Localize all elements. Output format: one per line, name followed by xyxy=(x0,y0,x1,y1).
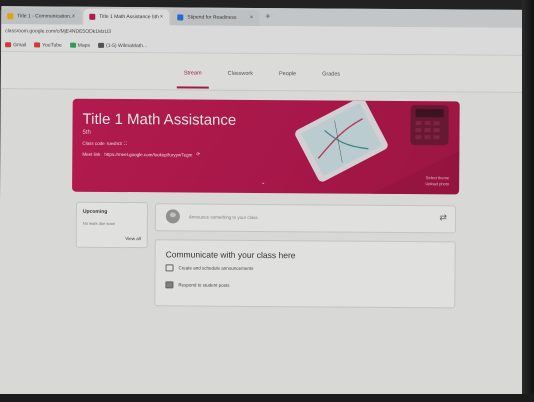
youtube-icon xyxy=(34,42,41,48)
class-section: 5th xyxy=(82,129,91,136)
tab-favicon xyxy=(89,13,96,20)
refresh-icon[interactable]: ⟳ xyxy=(196,152,200,158)
monitor-bezel-right xyxy=(522,0,534,402)
communicate-item-respond: Respond to student posts xyxy=(165,281,230,289)
monitor-bezel-bottom xyxy=(0,394,534,402)
browser-screen: Title 1 - Communication... × Title 1 Mat… xyxy=(0,6,526,398)
classroom-header: Stream Classwork People Grades xyxy=(0,52,526,93)
bookmark-label: YouTube xyxy=(42,41,62,49)
avatar xyxy=(165,209,180,224)
communicate-title: Communicate with your class here xyxy=(165,249,296,261)
meet-link-row: Meet link https://meet.google.com/lookup… xyxy=(82,151,200,158)
close-icon[interactable]: × xyxy=(72,14,76,20)
gmail-icon xyxy=(5,42,12,48)
tab-favicon xyxy=(7,13,14,20)
communicate-card: Communicate with your class here Create … xyxy=(154,239,456,309)
fullscreen-icon[interactable]: ⛶ xyxy=(124,141,127,146)
class-banner: Title 1 Math Assistance 5th Class code r… xyxy=(72,98,460,195)
bookmark-favicon-icon xyxy=(98,42,105,48)
close-icon[interactable]: × xyxy=(250,15,254,21)
class-code-value: rueshr3 xyxy=(106,140,122,147)
view-all-link[interactable]: View all xyxy=(125,236,140,241)
maps-icon xyxy=(69,42,76,48)
upload-photo-link[interactable]: Upload photo xyxy=(425,181,449,187)
bookmark-wilmamath[interactable]: (1-5) WilmaMath... xyxy=(98,42,148,49)
tab-label: Stipend for Readiness xyxy=(187,14,237,21)
meet-link-label: Meet link xyxy=(82,151,101,157)
tab-people[interactable]: People xyxy=(276,71,299,77)
bookmark-label: Maps xyxy=(77,42,91,49)
tab-grades[interactable]: Grades xyxy=(319,71,343,77)
new-tab-button[interactable]: + xyxy=(265,11,270,21)
class-code-row: Class code rueshr3 ⛶ xyxy=(82,141,127,146)
url-text: classroom.google.com/c/MjE4NDE5ODk1MzU3 xyxy=(5,28,112,35)
tablet-graph-illustration xyxy=(295,98,388,182)
repost-icon[interactable]: ⇄ xyxy=(439,212,447,222)
meet-link-url[interactable]: https://meet.google.com/lookup/furyyw7eg… xyxy=(104,151,192,157)
class-title[interactable]: Title 1 Math Assistance xyxy=(83,111,237,129)
tab-classwork[interactable]: Classwork xyxy=(225,71,256,77)
calculator-illustration xyxy=(410,105,449,146)
close-icon[interactable]: × xyxy=(160,14,164,20)
upcoming-title: Upcoming xyxy=(82,208,108,215)
communicate-item-label: Respond to student posts xyxy=(178,282,230,288)
tab-label: Title 1 - Communication... xyxy=(17,13,75,20)
tab-label: Title 1 Math Assistance 5th xyxy=(99,13,159,21)
bookmark-gmail[interactable]: Gmail xyxy=(5,42,26,48)
bookmark-maps[interactable]: Maps xyxy=(69,42,91,49)
class-code-label: Class code xyxy=(82,140,105,146)
bookmark-label: (1-5) WilmaMath... xyxy=(106,42,148,49)
tab-stream[interactable]: Stream xyxy=(181,70,205,76)
upcoming-card: Upcoming No work due soon View all xyxy=(75,201,148,249)
browser-tab-2[interactable]: Title 1 Math Assistance 5th × xyxy=(83,8,170,26)
browser-tab-1[interactable]: Title 1 - Communication... × xyxy=(1,8,82,25)
browser-tab-3[interactable]: Stipend for Readiness × xyxy=(171,9,260,26)
bookmark-youtube[interactable]: YouTube xyxy=(34,42,62,48)
chevron-down-icon[interactable]: ⌄ xyxy=(261,180,265,186)
upcoming-empty-text: No work due soon xyxy=(82,220,116,226)
comment-icon xyxy=(165,264,174,272)
banner-theme-links: Select theme Upload photo xyxy=(425,175,449,187)
announce-placeholder: Announce something to your class xyxy=(188,214,258,220)
tab-favicon xyxy=(177,14,184,21)
reply-icon xyxy=(165,281,174,289)
communicate-item-label: Create and schedule announcements xyxy=(178,265,254,271)
announce-box[interactable]: Announce something to your class ⇄ xyxy=(154,203,456,234)
class-nav-tabs: Stream Classwork People Grades xyxy=(181,70,343,77)
bookmark-label: Gmail xyxy=(13,41,27,48)
communicate-item-announcements: Create and schedule announcements xyxy=(165,264,254,272)
